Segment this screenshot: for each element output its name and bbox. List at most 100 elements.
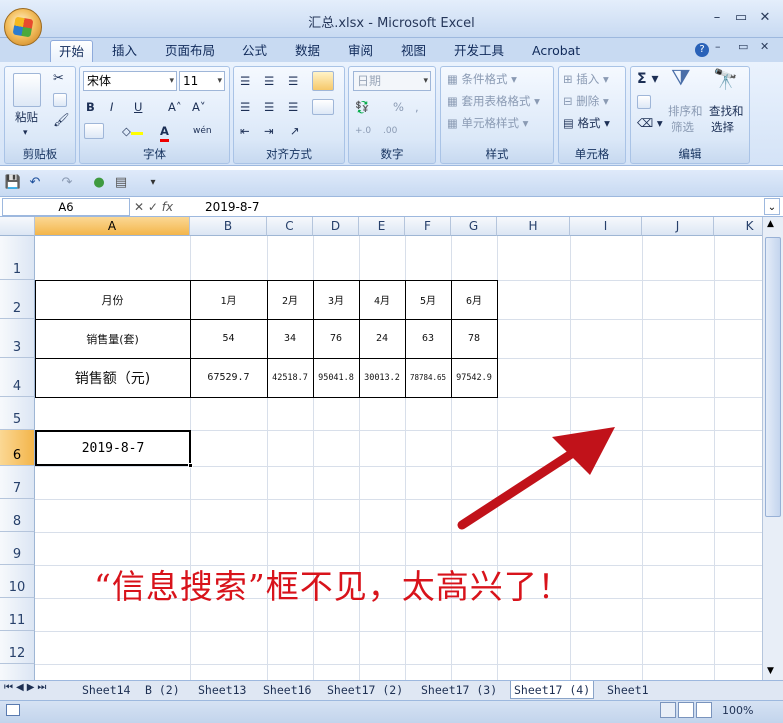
cell-c4[interactable]: 42518.7 [267,358,313,397]
column-header-g[interactable]: G [451,217,497,236]
fill-handle[interactable] [188,463,193,468]
cell-f4[interactable]: 78784.65 [405,358,451,397]
row-header-9[interactable]: 9 [0,532,35,565]
name-box[interactable]: A6 [2,198,130,216]
sort-filter-button-line2[interactable]: 筛选 [671,119,694,135]
grow-font-icon[interactable]: A˄ [168,99,182,115]
increase-decimal-icon[interactable]: +.0 [355,123,371,139]
fill-color-icon[interactable]: ◇ [122,123,143,139]
copy-icon[interactable] [53,93,67,107]
normal-view-icon[interactable] [660,702,676,718]
redo-icon[interactable]: ↷ [58,174,76,192]
row-header-8[interactable]: 8 [0,499,35,532]
tab-review[interactable]: 审阅 [340,40,381,62]
column-header-e[interactable]: E [359,217,405,236]
column-header-a[interactable]: A [35,217,190,236]
sheet-tab-b2[interactable]: B (2) [142,681,183,699]
sheet-tab-sheet16[interactable]: Sheet16 [260,681,314,699]
tab-view[interactable]: 视图 [393,40,434,62]
align-middle-icon[interactable]: ☰ [264,73,274,89]
row-header-10[interactable]: 10 [0,565,35,598]
find-select-button-line2[interactable]: 选择 [711,119,734,135]
shrink-font-icon[interactable]: A˅ [192,99,206,115]
minimize-button[interactable]: – [708,10,726,26]
cell-a4[interactable]: 销售额（元) [35,358,190,397]
preview-icon[interactable]: ● [90,174,108,192]
cell-a2[interactable]: 月份 [35,280,190,319]
cell-d2[interactable]: 3月 [313,280,359,319]
active-cell-a6[interactable]: 2019-8-7 [35,430,193,468]
cell-e3[interactable]: 24 [359,319,405,358]
macro-record-icon[interactable] [6,704,20,716]
cut-icon[interactable]: ✂ [53,71,64,87]
tab-acrobat[interactable]: Acrobat [524,40,588,62]
cell-f3[interactable]: 63 [405,319,451,358]
sheet-tab-sheet1[interactable]: Sheet1 [604,681,662,699]
scroll-down-icon[interactable]: ▼ [767,666,774,676]
row-header-4[interactable]: 4 [0,358,35,397]
format-painter-icon[interactable]: 🖌 [53,113,70,129]
column-header-h[interactable]: H [497,217,570,236]
cell-d4[interactable]: 95041.8 [313,358,359,397]
currency-icon[interactable]: 💱 [355,99,369,115]
borders-icon[interactable] [84,123,104,139]
row-header-1[interactable]: 1 [0,236,35,280]
cell-c3[interactable]: 34 [267,319,313,358]
row-header-7[interactable]: 7 [0,466,35,499]
scroll-thumb[interactable] [765,237,781,517]
cell-e2[interactable]: 4月 [359,280,405,319]
sheet-tab-sheet13[interactable]: Sheet13 [195,681,249,699]
save-icon[interactable]: 💾 [4,174,22,192]
cell-b2[interactable]: 1月 [190,280,267,319]
align-bottom-icon[interactable]: ☰ [288,73,298,89]
autosum-icon[interactable]: Σ ▾ [637,71,658,87]
customize-toolbar-icon[interactable]: ▾ [144,174,162,192]
delete-cells-button[interactable]: ⊟ 删除 ▾ [563,93,609,109]
insert-cells-button[interactable]: ⊞ 插入 ▾ [563,71,609,87]
office-button[interactable] [4,8,42,46]
sheet-nav-icon[interactable]: ⏮◀▶⏭ [4,682,49,693]
format-cells-button[interactable]: ▤ 格式 ▾ [563,115,610,131]
formula-input[interactable]: 2019-8-7 [205,198,259,216]
align-right-icon[interactable]: ☰ [288,99,298,115]
cell-g2[interactable]: 6月 [451,280,497,319]
cell-e4[interactable]: 30013.2 [359,358,405,397]
row-header-11[interactable]: 11 [0,598,35,631]
clear-icon[interactable]: ⌫ ▾ [637,115,663,131]
font-color-icon[interactable]: A [160,123,169,142]
align-top-icon[interactable]: ☰ [240,73,250,89]
tab-data[interactable]: 数据 [287,40,328,62]
fx-icon[interactable]: ✕ ✓ fx [134,198,194,216]
cell-b4[interactable]: 67529.7 [190,358,267,397]
cell-g4[interactable]: 97542.9 [451,358,497,397]
tab-formulas[interactable]: 公式 [234,40,275,62]
zoom-level[interactable]: 100% [722,704,753,717]
cell-b3[interactable]: 54 [190,319,267,358]
sheet-tab-sheet17-2[interactable]: Sheet17 (2) [324,681,406,699]
ribbon-close-icon[interactable]: ✕ [760,40,769,53]
phonetic-icon[interactable]: wén [193,123,212,139]
align-center-icon[interactable]: ☰ [264,99,274,115]
undo-icon[interactable]: ↶ [26,174,44,192]
orientation-icon[interactable]: ↗ [290,123,300,139]
paste-button[interactable]: 粘贴 [15,109,38,125]
expand-formula-icon[interactable]: ⌄ [764,198,780,215]
cell-f2[interactable]: 5月 [405,280,451,319]
cell-d3[interactable]: 76 [313,319,359,358]
decrease-indent-icon[interactable]: ⇤ [240,123,250,139]
sheet-tab-sheet14[interactable]: Sheet14 [79,681,133,699]
cell-a3[interactable]: 销售量(套) [35,319,190,358]
help-icon[interactable]: ? [695,43,709,57]
row-header-3[interactable]: 3 [0,319,35,358]
column-header-j[interactable]: J [642,217,714,236]
quick-print-icon[interactable]: ▤ [112,174,130,192]
row-header-13[interactable] [0,664,35,680]
vertical-scrollbar[interactable]: ▲ ▼ [762,217,783,680]
column-header-d[interactable]: D [313,217,359,236]
page-layout-view-icon[interactable] [678,702,694,718]
paste-icon[interactable] [13,73,41,107]
cell-styles-button[interactable]: ▦ 单元格样式 ▾ [447,115,528,131]
sheet-tab-sheet17-4[interactable]: Sheet17 (4) [510,681,595,699]
paste-dropdown-icon[interactable]: ▾ [23,125,28,141]
scroll-up-icon[interactable]: ▲ [767,219,774,229]
